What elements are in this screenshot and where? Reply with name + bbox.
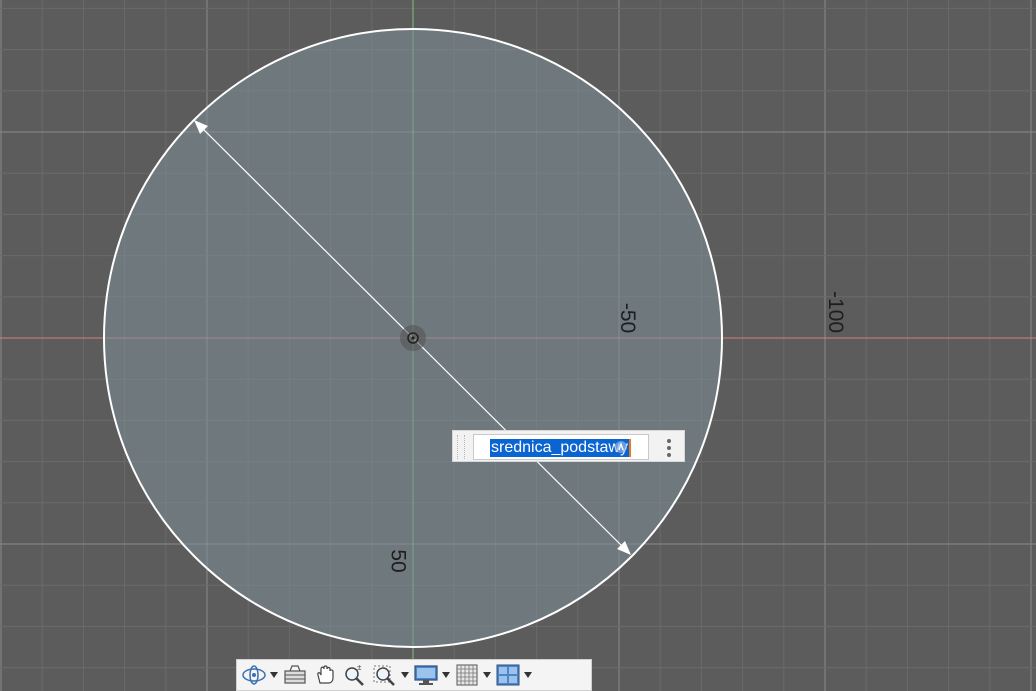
- orbit-button[interactable]: [241, 661, 278, 689]
- pan-button[interactable]: [312, 661, 338, 689]
- zoom-icon: ±: [345, 663, 364, 686]
- look-at-icon: [284, 665, 306, 684]
- fx-icon[interactable]: [614, 440, 628, 454]
- zoom-button[interactable]: ±: [342, 661, 368, 689]
- zoom-window-button[interactable]: [372, 661, 409, 689]
- chevron-down-icon[interactable]: [401, 672, 409, 678]
- axis-label-neg50: -50: [616, 302, 640, 334]
- display-settings-button[interactable]: [413, 661, 450, 689]
- display-settings-icon: [414, 665, 438, 685]
- zoom-window-icon: [373, 665, 395, 686]
- origin-point-center: [411, 336, 415, 340]
- dimension-input-box: srednica_podstawy: [452, 430, 685, 462]
- axis-label-50: 50: [386, 549, 410, 573]
- drag-handle[interactable]: [457, 435, 465, 459]
- chevron-down-icon[interactable]: [442, 672, 450, 678]
- chevron-down-icon[interactable]: [270, 672, 278, 678]
- viewports-button[interactable]: [495, 661, 532, 689]
- chevron-down-icon[interactable]: [483, 672, 491, 678]
- dimension-value-text[interactable]: srednica_podstawy: [490, 439, 631, 457]
- vertical-dots-icon[interactable]: [665, 437, 673, 457]
- chevron-down-icon[interactable]: [524, 672, 532, 678]
- sketch-canvas[interactable]: [0, 0, 1036, 691]
- look-at-button[interactable]: [282, 661, 308, 689]
- navigation-toolbar: ±: [236, 659, 592, 691]
- viewports-icon: [496, 664, 520, 686]
- svg-text:±: ±: [357, 663, 362, 672]
- axis-label-neg100: -100: [824, 290, 848, 334]
- pan-hand-icon: [317, 665, 334, 684]
- orbit-icon: [242, 665, 266, 685]
- grid-snaps-button[interactable]: [454, 661, 491, 689]
- dimension-value-input[interactable]: srednica_podstawy: [473, 434, 649, 460]
- grid-snaps-icon: [456, 664, 478, 686]
